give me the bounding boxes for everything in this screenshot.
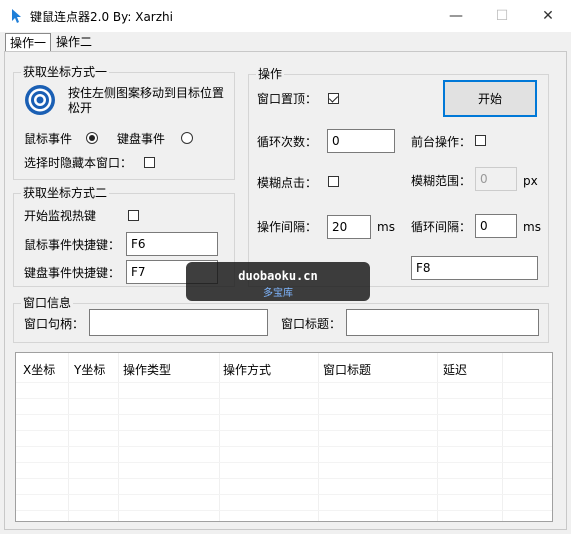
tab-label: 操作二	[56, 35, 93, 49]
grid-line	[16, 494, 552, 495]
topmost-label: 窗口置顶：	[257, 92, 318, 106]
column-header-delay[interactable]: 延迟	[443, 361, 467, 378]
cursor-icon	[12, 9, 21, 23]
column-divider	[118, 353, 119, 521]
grid-line	[16, 398, 552, 399]
close-icon: ✕	[542, 8, 554, 24]
window-title-input[interactable]	[346, 309, 539, 336]
hotkey-monitor-checkbox[interactable]	[128, 210, 139, 221]
start-button[interactable]: 开始	[443, 80, 537, 117]
grid-line	[16, 462, 552, 463]
grid-line	[16, 430, 552, 431]
keyboard-event-radio[interactable]	[181, 132, 193, 144]
loop-interval-label: 循环间隔：	[411, 220, 472, 234]
foreground-checkbox[interactable]	[475, 135, 486, 146]
loop-interval-unit: ms	[523, 220, 541, 234]
maximize-icon: ☐	[495, 8, 509, 24]
group-title: 获取坐标方式二	[21, 186, 110, 200]
column-header-op-method[interactable]: 操作方式	[223, 361, 271, 378]
column-divider	[219, 353, 220, 521]
window-handle-input[interactable]	[89, 309, 268, 336]
column-header-x[interactable]: X坐标	[23, 361, 55, 378]
loop-count-label: 循环次数：	[257, 135, 318, 149]
maximize-button[interactable]: ☐	[479, 0, 525, 32]
window-title-label: 窗口标题：	[281, 317, 342, 331]
column-divider	[502, 353, 503, 521]
hide-on-select-checkbox[interactable]	[144, 157, 155, 168]
loop-interval-input[interactable]: 0	[475, 214, 517, 238]
fuzzy-click-label: 模糊点击：	[257, 176, 318, 190]
mouse-event-radio[interactable]	[86, 132, 98, 144]
action-list[interactable]: X坐标 Y坐标 操作类型 操作方式 窗口标题 延迟	[15, 352, 553, 522]
column-header-op-type[interactable]: 操作类型	[123, 361, 171, 378]
loop-count-input[interactable]: 0	[327, 129, 395, 153]
keyboard-hotkey-label: 键盘事件快捷键：	[24, 266, 121, 280]
crosshair-target-icon[interactable]	[24, 84, 56, 116]
grid-line	[16, 382, 552, 383]
start-hotkey-input[interactable]: F8	[411, 256, 538, 280]
hotkey-monitor-label: 开始监视热键	[24, 209, 97, 223]
drag-hint-text: 按住左侧图案移动到目标位置松开	[68, 86, 225, 115]
window-handle-label: 窗口句柄：	[24, 317, 85, 331]
close-button[interactable]: ✕	[525, 0, 571, 32]
mouse-hotkey-input[interactable]: F6	[126, 232, 218, 256]
grid-line	[16, 478, 552, 479]
watermark-brand: 多宝库	[263, 288, 293, 299]
group-title: 获取坐标方式一	[21, 65, 110, 79]
title-bar: 键鼠连点器2.0 By: Xarzhi — ☐ ✕	[0, 0, 571, 32]
window-title: 键鼠连点器2.0 By: Xarzhi	[30, 10, 173, 24]
keyboard-event-label: 键盘事件	[117, 132, 166, 146]
tab-operation-1[interactable]: 操作一	[5, 33, 52, 53]
mouse-event-label: 鼠标事件	[24, 132, 73, 146]
op-interval-label: 操作间隔：	[257, 220, 318, 234]
column-header-window-title[interactable]: 窗口标题	[323, 361, 371, 378]
fuzzy-click-checkbox[interactable]	[328, 176, 339, 187]
minimize-button[interactable]: —	[433, 0, 479, 32]
grid-line	[16, 510, 552, 511]
watermark-domain: duobaoku.cn	[238, 269, 318, 283]
column-divider	[318, 353, 319, 521]
fuzzy-range-unit: px	[523, 174, 538, 188]
column-divider	[437, 353, 438, 521]
fuzzy-range-label: 模糊范围：	[411, 174, 472, 188]
op-interval-input[interactable]: 20	[327, 215, 371, 239]
mouse-hotkey-label: 鼠标事件快捷键：	[24, 238, 121, 252]
op-interval-unit: ms	[377, 220, 395, 234]
watermark-overlay: duobaoku.cn 多宝库	[186, 262, 370, 301]
tab-label: 操作一	[10, 36, 47, 50]
minimize-icon: —	[449, 8, 463, 24]
foreground-label: 前台操作：	[411, 135, 472, 149]
tab-operation-2[interactable]: 操作二	[52, 33, 96, 51]
fuzzy-range-input[interactable]: 0	[475, 167, 517, 191]
group-title: 操作	[256, 67, 285, 81]
topmost-checkbox[interactable]	[328, 93, 339, 104]
grid-line	[16, 414, 552, 415]
group-title: 窗口信息	[21, 296, 74, 310]
grid-line	[16, 446, 552, 447]
column-divider	[68, 353, 69, 521]
column-header-y[interactable]: Y坐标	[74, 361, 105, 378]
hide-on-select-label: 选择时隐藏本窗口：	[24, 156, 133, 170]
